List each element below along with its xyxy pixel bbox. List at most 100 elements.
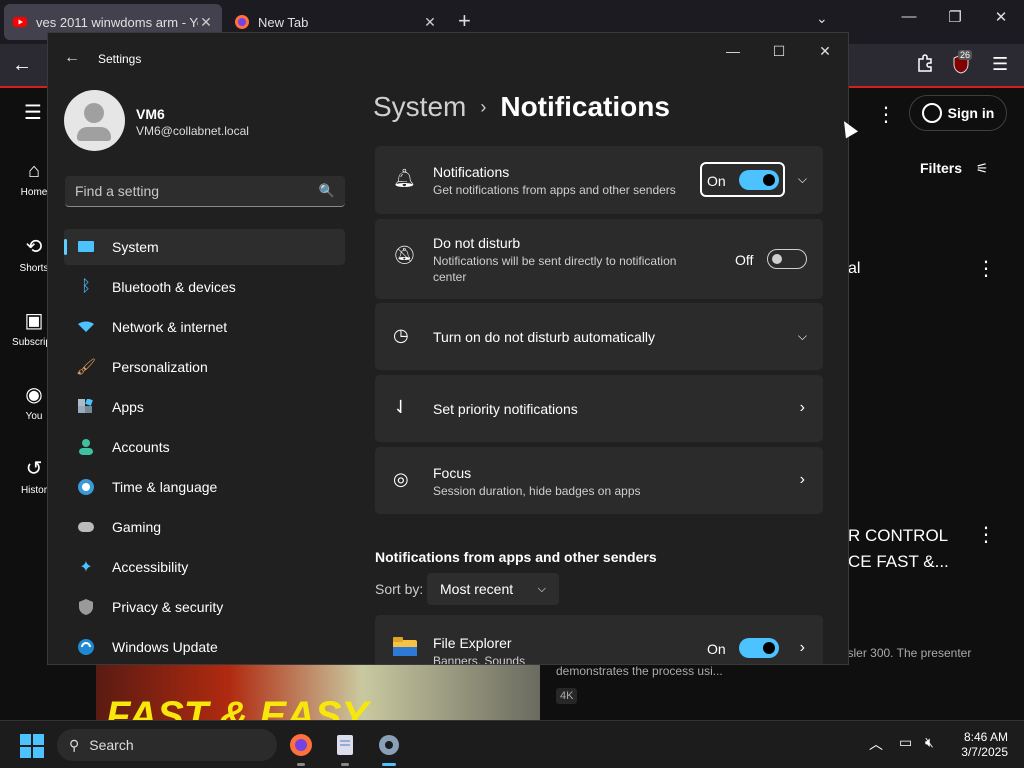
settings-minimize-button[interactable]: — bbox=[713, 43, 753, 59]
nav-network-internet[interactable]: Network & internet bbox=[64, 309, 345, 345]
user-name: VM6 bbox=[136, 106, 165, 122]
focus-card[interactable]: ◎ Focus Session duration, hide badges on… bbox=[375, 447, 823, 514]
maximize-button[interactable]: ❐ bbox=[932, 8, 978, 26]
tab-title: New Tab bbox=[258, 14, 309, 30]
taskbar-settings-gear-icon[interactable] bbox=[374, 730, 404, 766]
new-tab-button[interactable]: + bbox=[458, 9, 471, 33]
gamepad-icon bbox=[76, 517, 96, 537]
card-title: Focus bbox=[433, 465, 472, 481]
chevron-right-icon: › bbox=[799, 471, 805, 488]
video-more-options-icon[interactable]: ⋮ bbox=[976, 256, 996, 281]
volume-muted-icon[interactable]: 🔇︎ bbox=[925, 734, 934, 751]
taskbar-firefox-icon[interactable] bbox=[286, 730, 316, 766]
network-status-icon[interactable]: ▭ bbox=[899, 734, 912, 751]
quality-badge: 4K bbox=[556, 688, 578, 704]
tab-close-icon[interactable]: ✕ bbox=[422, 14, 438, 31]
taskbar: ⚲ Search ︿ ▭ 🔇︎ 8:46 AM 3/7/2025 bbox=[0, 720, 1024, 768]
tab-close-icon[interactable]: ✕ bbox=[198, 14, 214, 31]
youtube-filters-button[interactable]: Filters ⚟ bbox=[920, 160, 988, 177]
card-subtitle: Session duration, hide badges on apps bbox=[433, 484, 641, 498]
firefox-favicon-icon bbox=[234, 14, 250, 30]
expand-chevron-icon[interactable]: ⌵ bbox=[798, 172, 807, 187]
back-arrow-icon[interactable]: ← bbox=[12, 54, 32, 77]
globe-clock-icon bbox=[76, 477, 96, 497]
section-heading: Notifications from apps and other sender… bbox=[375, 549, 657, 565]
do-not-disturb-bell-icon: 🔕︎ bbox=[393, 245, 416, 265]
apps-icon bbox=[76, 397, 96, 417]
card-subtitle: Banners, Sounds bbox=[433, 654, 526, 665]
taskbar-clock[interactable]: 8:46 AM 3/7/2025 bbox=[952, 730, 1008, 760]
expand-chevron-icon[interactable]: ⌵ bbox=[798, 329, 807, 344]
taskbar-search[interactable]: ⚲ Search bbox=[57, 729, 277, 761]
user-avatar[interactable] bbox=[64, 90, 125, 151]
youtube-menu-icon[interactable]: ☰ bbox=[24, 100, 42, 125]
clock-date: 3/7/2025 bbox=[961, 745, 1008, 759]
breadcrumb: System › Notifications bbox=[373, 91, 670, 123]
card-title: File Explorer bbox=[433, 635, 512, 651]
show-hidden-icons-chevron-icon[interactable]: ︿ bbox=[869, 734, 883, 754]
nav-bluetooth-devices[interactable]: ᛒ Bluetooth & devices bbox=[64, 269, 345, 305]
find-setting-search[interactable]: 🔍 bbox=[65, 176, 345, 207]
close-button[interactable]: ✕ bbox=[978, 8, 1024, 26]
paintbrush-icon: 🖌 bbox=[75, 359, 97, 376]
bluetooth-icon: ᛒ bbox=[81, 278, 91, 295]
dnd-automatic-card[interactable]: ◷ Turn on do not disturb automatically ⌵ bbox=[375, 303, 823, 370]
file-explorer-toggle[interactable] bbox=[739, 638, 779, 658]
card-title: Notifications bbox=[433, 164, 510, 180]
video-more-options-icon[interactable]: ⋮ bbox=[976, 522, 996, 547]
card-subtitle: Notifications will be sent directly to n… bbox=[433, 254, 677, 284]
nav-accounts[interactable]: Accounts bbox=[64, 429, 345, 465]
youtube-more-options-icon[interactable]: ⋮ bbox=[876, 102, 896, 127]
nav-gaming[interactable]: Gaming bbox=[64, 509, 345, 545]
focus-icon: ◎ bbox=[393, 469, 409, 489]
video-title-fragment[interactable]: R CONTROL bbox=[848, 526, 948, 546]
file-explorer-icon bbox=[393, 637, 417, 662]
ublock-extension-icon[interactable]: 26 bbox=[952, 50, 973, 76]
nav-accessibility[interactable]: ✦ Accessibility bbox=[64, 549, 345, 585]
tab-title: ves 2011 winwdoms arm - YouT bbox=[36, 14, 198, 30]
youtube-favicon-icon bbox=[12, 14, 28, 30]
priority-notifications-card[interactable]: ⇃ Set priority notifications › bbox=[375, 375, 823, 442]
shield-icon bbox=[76, 597, 96, 617]
video-title-fragment[interactable]: al bbox=[848, 260, 860, 278]
filters-sliders-icon: ⚟ bbox=[975, 160, 989, 176]
minimize-button[interactable]: — bbox=[886, 8, 932, 25]
nav-system[interactable]: System bbox=[64, 229, 345, 265]
sort-by-dropdown[interactable]: Most recent ⌵ bbox=[427, 573, 559, 605]
chevron-right-icon: › bbox=[799, 639, 805, 656]
video-title-fragment[interactable]: CE FAST &... bbox=[848, 552, 949, 572]
list-all-tabs-chevron-icon[interactable]: ⌄ bbox=[816, 10, 828, 27]
hamburger-menu-icon[interactable]: ☰ bbox=[992, 54, 1008, 75]
nav-apps[interactable]: Apps bbox=[64, 389, 345, 425]
find-setting-input[interactable] bbox=[75, 183, 319, 199]
nav-privacy-security[interactable]: Privacy & security bbox=[64, 589, 345, 625]
dnd-toggle[interactable] bbox=[767, 249, 807, 269]
search-icon[interactable]: 🔍 bbox=[319, 183, 335, 199]
settings-window-title: Settings bbox=[98, 52, 142, 66]
do-not-disturb-card[interactable]: 🔕︎ Do not disturb Notifications will be … bbox=[375, 219, 823, 299]
extensions-puzzle-icon[interactable] bbox=[916, 54, 934, 77]
settings-back-arrow-icon[interactable]: ← bbox=[64, 49, 80, 67]
file-explorer-toggle-label: On bbox=[707, 641, 726, 657]
card-title: Set priority notifications bbox=[433, 401, 578, 417]
taskbar-notepad-icon[interactable] bbox=[330, 730, 360, 766]
notifications-toggle[interactable] bbox=[739, 170, 779, 190]
extension-badge: 26 bbox=[958, 50, 973, 60]
account-icon bbox=[921, 103, 942, 123]
youtube-sign-in-button[interactable]: Sign in bbox=[909, 95, 1007, 131]
video-thumbnail[interactable]: FAST & EASY bbox=[96, 664, 540, 720]
nav-windows-update[interactable]: Windows Update bbox=[64, 629, 345, 664]
nav-personalization[interactable]: 🖌 Personalization bbox=[64, 349, 345, 385]
start-windows-icon[interactable] bbox=[20, 734, 44, 758]
network-icon bbox=[76, 317, 96, 337]
thumbnail-text: FAST & EASY bbox=[106, 694, 369, 720]
settings-maximize-button[interactable]: ☐ bbox=[759, 43, 799, 60]
user-email: VM6@collabnet.local bbox=[136, 124, 249, 138]
clock-icon: ◷ bbox=[393, 325, 409, 345]
nav-time-language[interactable]: Time & language bbox=[64, 469, 345, 505]
breadcrumb-chevron-icon: › bbox=[480, 96, 487, 117]
system-icon bbox=[76, 237, 96, 257]
settings-close-button[interactable]: ✕ bbox=[805, 43, 845, 60]
breadcrumb-parent[interactable]: System bbox=[373, 91, 466, 123]
sort-by-label: Sort by: bbox=[375, 581, 424, 597]
